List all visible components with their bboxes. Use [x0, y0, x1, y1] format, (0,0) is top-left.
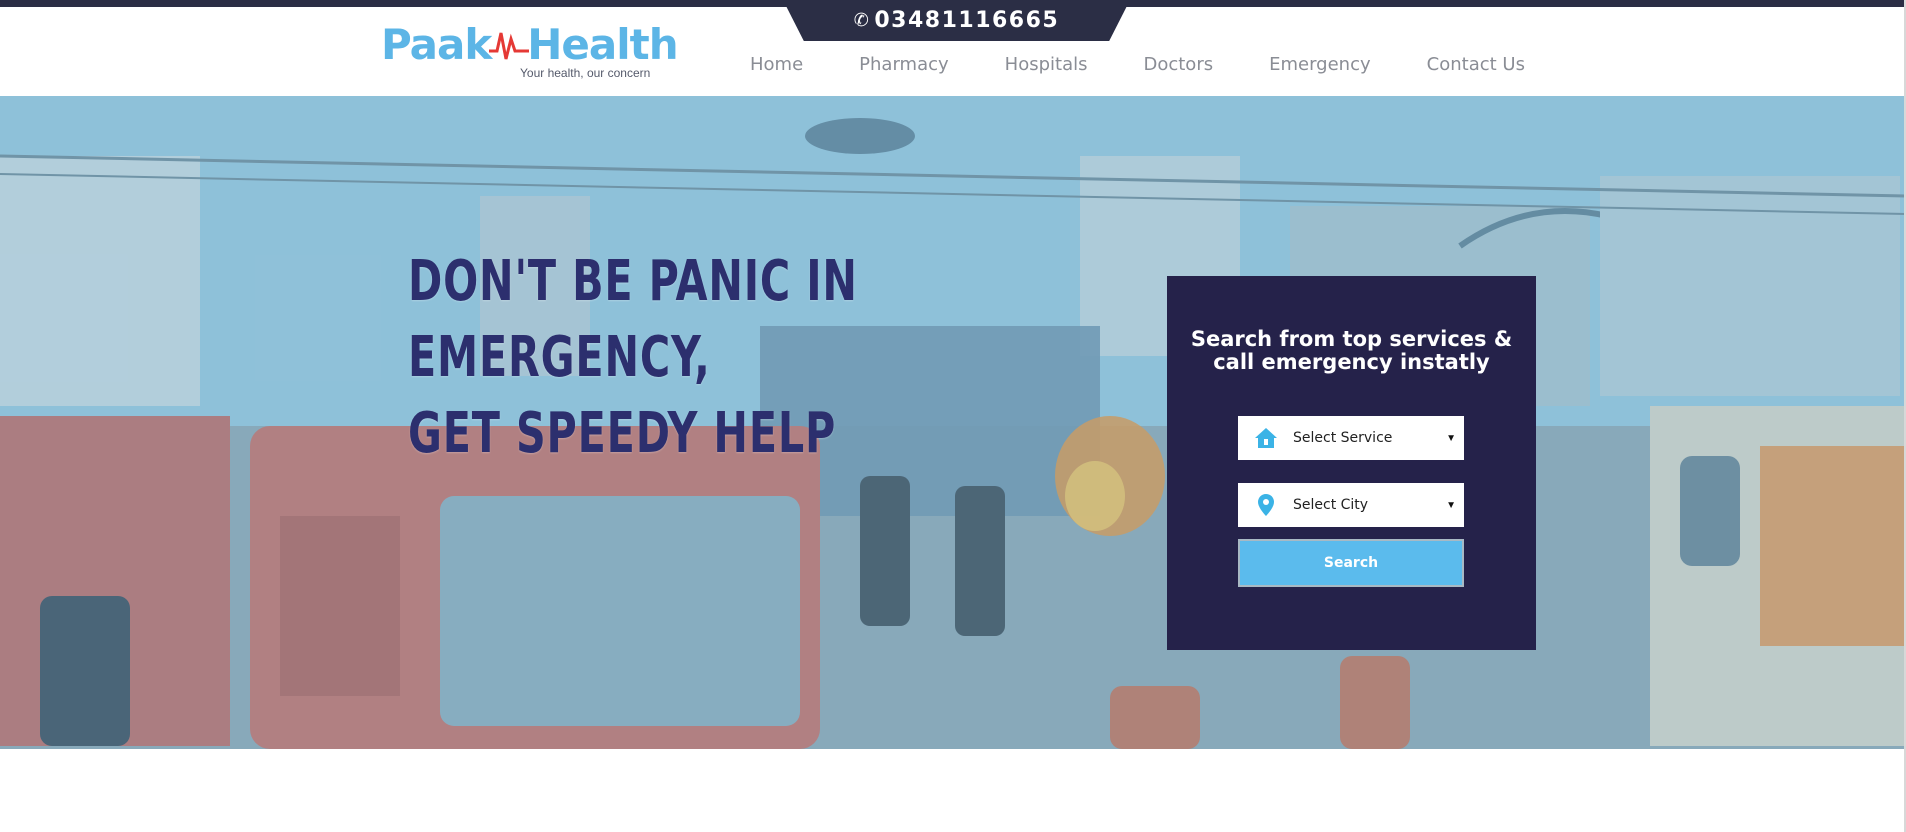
chevron-down-icon: ▼: [1446, 432, 1456, 444]
nav-pharmacy[interactable]: Pharmacy: [831, 54, 977, 84]
hero-headline: DON'T BE PANIC IN EMERGENCY, GET SPEEDY …: [408, 244, 998, 472]
nav-contact-us[interactable]: Contact Us: [1399, 54, 1553, 84]
nav-doctors[interactable]: Doctors: [1115, 54, 1241, 84]
home-icon: [1238, 427, 1293, 449]
logo-tagline: Your health, our concern: [520, 66, 651, 80]
heartbeat-pulse-icon: [489, 32, 530, 59]
nav-home[interactable]: Home: [722, 54, 831, 84]
city-select[interactable]: Select City ▼: [1238, 483, 1464, 527]
chevron-down-icon: ▼: [1446, 499, 1456, 511]
phone-icon: ✆: [853, 10, 871, 31]
main-nav: Home Pharmacy Hospitals Doctors Emergenc…: [722, 54, 1553, 84]
service-select-value: Select Service: [1293, 430, 1393, 446]
hero-banner: DON'T BE PANIC IN EMERGENCY, GET SPEEDY …: [0, 96, 1906, 749]
nav-hospitals[interactable]: Hospitals: [977, 54, 1116, 84]
logo-name-part2: Health: [527, 20, 678, 69]
hero-headline-line2: GET SPEEDY HELP: [408, 401, 837, 466]
search-button[interactable]: Search: [1238, 539, 1464, 587]
location-pin-icon: [1238, 493, 1293, 517]
logo-name-part1: Paak: [381, 20, 492, 69]
logo[interactable]: Paak Health Your health, our concern: [381, 20, 679, 80]
search-panel: Search from top services & call emergenc…: [1167, 276, 1536, 650]
search-panel-title: Search from top services & call emergenc…: [1190, 327, 1513, 374]
city-select-value: Select City: [1293, 497, 1369, 513]
service-select[interactable]: Select Service ▼: [1238, 416, 1464, 460]
hero-headline-line1: DON'T BE PANIC IN EMERGENCY,: [408, 249, 858, 390]
phone-tab[interactable]: ✆ 03481116665: [783, 0, 1130, 41]
phone-number: 03481116665: [874, 8, 1060, 33]
nav-emergency[interactable]: Emergency: [1241, 54, 1399, 84]
